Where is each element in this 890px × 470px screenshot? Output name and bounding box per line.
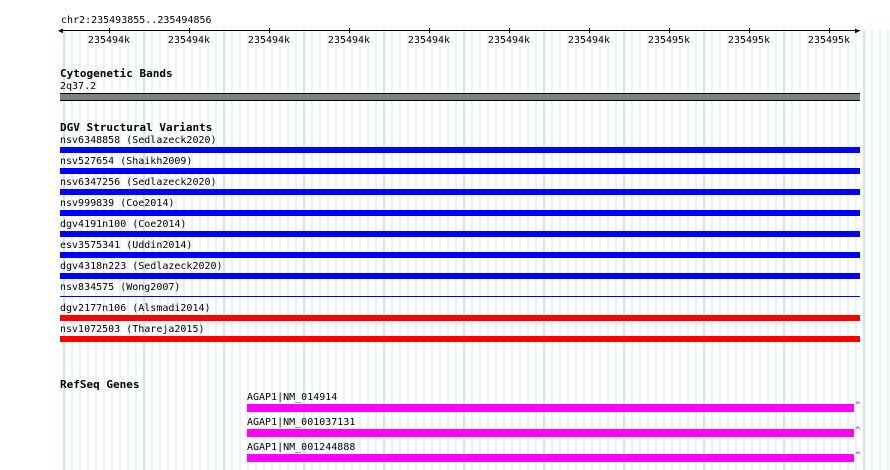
variant-bar[interactable] <box>60 336 860 342</box>
ruler-tick-label: 235495k <box>727 35 771 46</box>
ruler-tick-label: 235494k <box>407 35 451 46</box>
gene-bar[interactable] <box>247 429 854 437</box>
variant-bar[interactable] <box>60 231 860 237</box>
ruler-tick-label: 235494k <box>487 35 531 46</box>
ruler-tick <box>749 28 750 33</box>
variant-label: esv3575341 (Uddin2014) <box>60 240 193 251</box>
variant-label: nsv999839 (Coe2014) <box>60 198 175 209</box>
ruler-tick <box>429 28 430 33</box>
ruler-left-arrow-icon: ◀ <box>58 26 63 35</box>
variant-label: dgv4191n100 (Coe2014) <box>60 219 187 230</box>
ruler-tick <box>589 28 590 33</box>
variant-bar[interactable] <box>60 147 860 153</box>
cytoband-bar[interactable] <box>60 93 860 101</box>
variant-bar[interactable] <box>60 315 860 321</box>
ruler-tick-label: 235495k <box>807 35 851 46</box>
variant-bar[interactable] <box>60 210 860 216</box>
ruler-tick-label: 235494k <box>327 35 371 46</box>
ruler-tick-label: 235494k <box>87 35 131 46</box>
ruler-line <box>60 30 860 31</box>
gene-label: AGAP1|NM_014914 <box>247 392 338 403</box>
variant-label: nsv1072503 (Thareja2015) <box>60 324 205 335</box>
ruler-tick <box>829 28 830 33</box>
variant-bar[interactable] <box>60 189 860 195</box>
ruler-tick <box>269 28 270 33</box>
track-title-dgv: DGV Structural Variants <box>60 121 213 134</box>
ruler-right-arrow-icon: ▶ <box>855 26 860 35</box>
track-title-cytoband: Cytogenetic Bands <box>60 67 173 80</box>
ruler-tick-label: 235494k <box>167 35 211 46</box>
variant-label: nsv527654 (Shaikh2009) <box>60 156 193 167</box>
variant-bar[interactable] <box>60 168 860 174</box>
ruler-tick-label: 235495k <box>647 35 691 46</box>
ruler-tick <box>189 28 190 33</box>
variant-bar[interactable] <box>60 296 860 297</box>
gene-label: AGAP1|NM_001037131 <box>247 417 356 428</box>
location-label: chr2:235493855..235494856 <box>61 15 212 26</box>
ruler-tick-label: 235494k <box>567 35 611 46</box>
gene-bar[interactable] <box>247 404 854 412</box>
ruler-tick <box>109 28 110 33</box>
ruler-tick-label: 235494k <box>247 35 291 46</box>
gene-label: AGAP1|NM_001244888 <box>247 442 356 453</box>
gene-end-arrow-icon: ^ <box>855 401 861 411</box>
variant-label: dgv2177n106 (Alsmadi2014) <box>60 303 211 314</box>
gene-end-arrow-icon: ^ <box>855 451 861 461</box>
gene-end-arrow-icon: ^ <box>855 426 861 436</box>
gene-bar[interactable] <box>247 454 854 462</box>
track-title-refseq: RefSeq Genes <box>60 378 140 391</box>
variant-bar[interactable] <box>60 273 860 279</box>
ruler-tick <box>509 28 510 33</box>
cytoband-label: 2q37.2 <box>60 81 97 92</box>
variant-label: nsv834575 (Wong2007) <box>60 282 181 293</box>
ruler-tick <box>669 28 670 33</box>
ruler-tick <box>349 28 350 33</box>
variant-label: dgv4318n223 (Sedlazeck2020) <box>60 261 223 272</box>
variant-bar[interactable] <box>60 252 860 258</box>
variant-label: nsv6348858 (Sedlazeck2020) <box>60 135 217 146</box>
variant-label: nsv6347256 (Sedlazeck2020) <box>60 177 217 188</box>
